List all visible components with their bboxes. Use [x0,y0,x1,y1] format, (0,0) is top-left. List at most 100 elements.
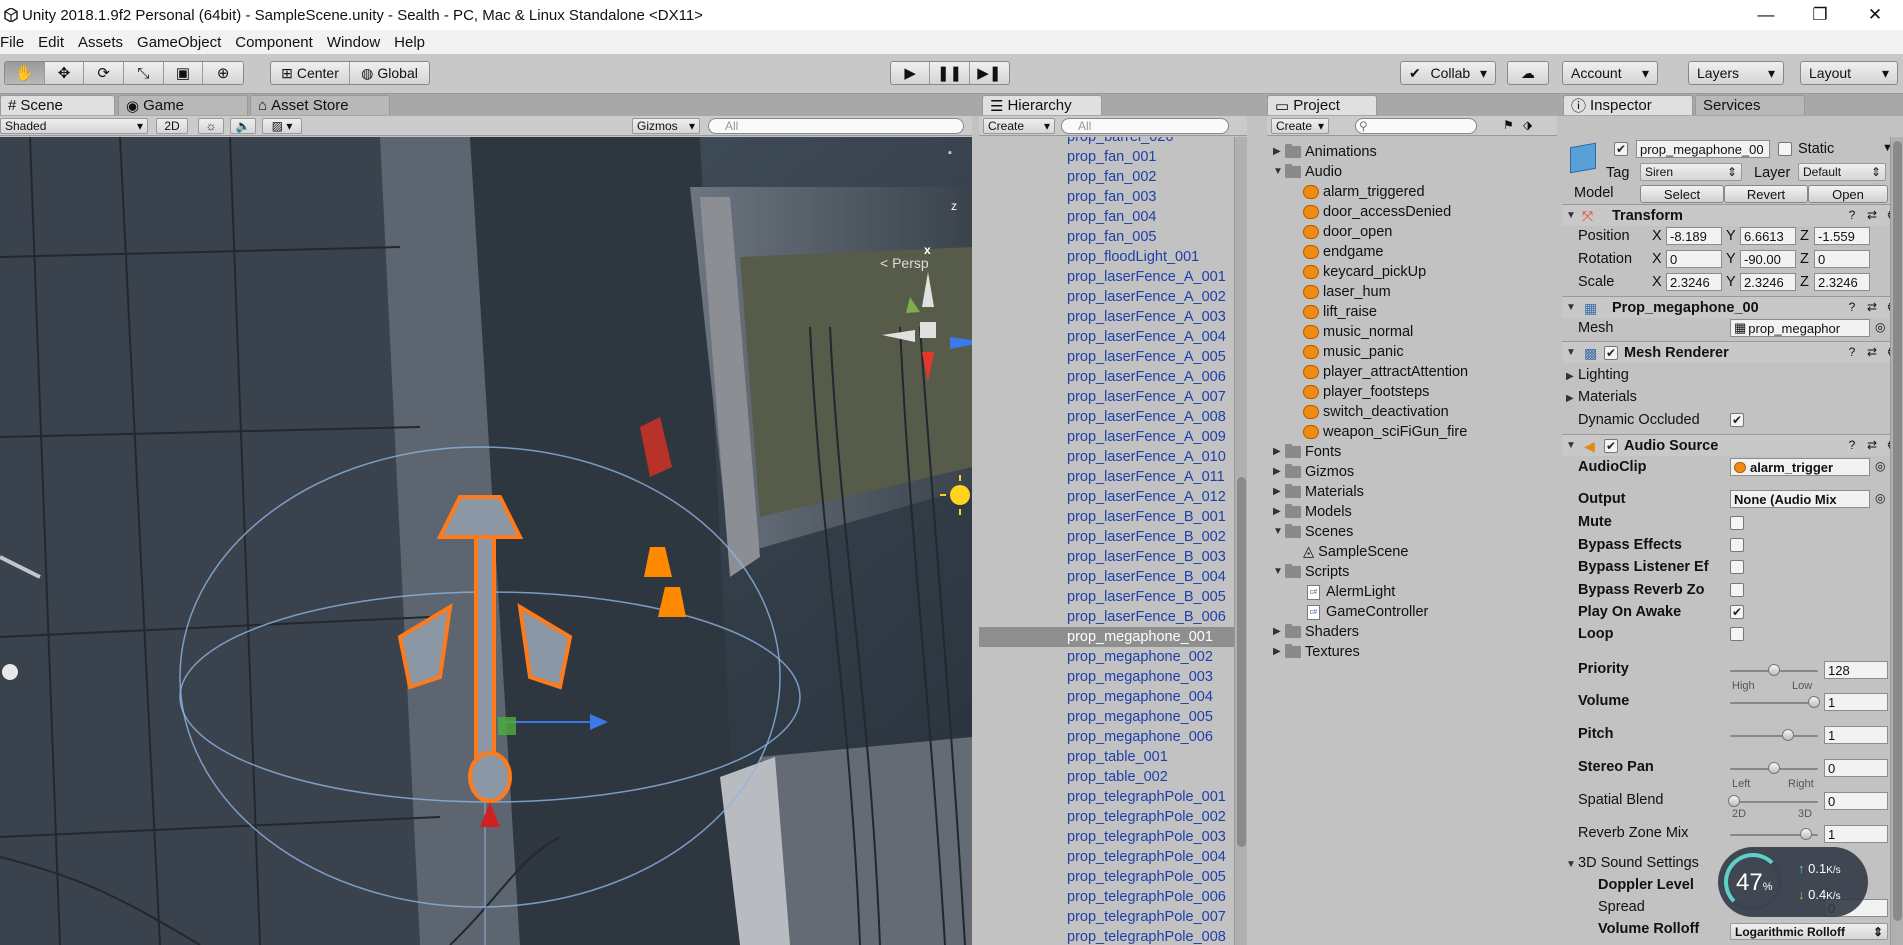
menu-window[interactable]: Window [320,34,387,51]
audio-asset[interactable]: laser_hum [1303,282,1391,302]
audio-toggle[interactable]: 🔈 [230,118,256,134]
expand-triangle-icon[interactable]: ▼ [1273,562,1285,582]
volume-rolloff-dropdown[interactable]: Logarithmic Rolloff ⇕ [1730,923,1888,940]
audio-asset[interactable]: player_footsteps [1303,382,1429,402]
scene-asset[interactable]: ◬ SampleScene [1303,542,1408,562]
hierarchy-item[interactable]: prop_table_001 [1067,747,1168,767]
minimize-button[interactable]: — [1743,0,1789,30]
tab-services[interactable]: Services [1695,95,1805,115]
preset-icon[interactable]: ⇄ [1865,300,1879,314]
hierarchy-item[interactable]: prop_laserFence_A_011 [1067,467,1225,487]
sound3d-foldout[interactable]: ▼ 3D Sound Settings [1566,855,1699,871]
account-dropdown[interactable]: Account ▾ [1562,61,1658,85]
model-select-button[interactable]: Select [1640,185,1724,203]
help-icon[interactable]: ? [1845,300,1859,314]
cloud-button[interactable]: ☁ [1507,61,1549,85]
hierarchy-item[interactable]: prop_fan_003 [1067,187,1157,207]
network-speed-widget[interactable]: 47% ↑ 0.1K/s ↓ 0.4K/s [1718,847,1868,917]
hierarchy-item[interactable]: prop_megaphone_005 [1067,707,1213,727]
hierarchy-item[interactable]: prop_floodLight_001 [1067,247,1199,267]
hierarchy-item[interactable]: prop_fan_005 [1067,227,1157,247]
gizmos-dropdown[interactable]: Gizmos ▾ [632,118,700,134]
folder-fonts[interactable]: ▶ Fonts [1273,442,1341,462]
model-open-button[interactable]: Open [1808,185,1888,203]
menu-component[interactable]: Component [228,34,320,51]
hierarchy-item[interactable]: prop_laserFence_A_008 [1067,407,1226,427]
folder-scripts[interactable]: ▼ Scripts [1273,562,1349,582]
hierarchy-item[interactable]: prop_laserFence_A_012 [1067,487,1226,507]
position-x-field[interactable]: -8.189 [1666,227,1722,245]
static-checkbox[interactable] [1778,142,1792,156]
audio-asset[interactable]: keycard_pickUp [1303,262,1426,282]
hierarchy-search-input[interactable]: All [1061,118,1229,134]
filter-label-icon[interactable]: ⬗ [1523,118,1532,132]
audio-asset[interactable]: music_panic [1303,342,1404,362]
hierarchy-item[interactable]: prop_laserFence_A_003 [1067,307,1226,327]
volume-slider-track[interactable] [1730,702,1818,704]
effects-dropdown[interactable]: ▨ ▾ [262,118,302,134]
hierarchy-item[interactable]: prop_laserFence_B_002 [1067,527,1226,547]
close-button[interactable]: ✕ [1852,0,1898,30]
tab-inspector[interactable]: ⓘ Inspector [1563,95,1693,115]
reverb-zone-slider-knob[interactable] [1800,828,1812,840]
hierarchy-scrollbar[interactable] [1234,137,1247,945]
audio-asset[interactable]: door_open [1303,222,1392,242]
audio-asset[interactable]: switch_deactivation [1303,402,1449,422]
audio-source-header[interactable]: ▼ ◀ ✔ Audio Source ?⇄⚙ [1562,434,1903,456]
tag-dropdown[interactable]: Siren ⇕ [1640,163,1742,181]
mesh-field[interactable]: ▦ prop_megaphor [1730,319,1870,337]
volume-slider-knob[interactable] [1808,696,1820,708]
scale-z-field[interactable]: 2.3246 [1814,273,1870,291]
collapsed-triangle-icon[interactable]: ▶ [1273,142,1285,162]
hierarchy-create-dropdown[interactable]: Create ▾ [983,118,1055,134]
preset-icon[interactable]: ⇄ [1865,208,1879,222]
script-asset[interactable]: c# GameController [1307,602,1428,622]
audio-asset[interactable]: endgame [1303,242,1383,262]
folder-gizmos[interactable]: ▶ Gizmos [1273,462,1354,482]
hierarchy-item[interactable]: prop_megaphone_006 [1067,727,1213,747]
expand-triangle-icon[interactable]: ▼ [1273,522,1285,542]
lock-icon[interactable]: ▪ [948,147,952,159]
priority-field[interactable]: 128 [1824,661,1888,679]
hierarchy-item[interactable]: prop_fan_004 [1067,207,1157,227]
hierarchy-item[interactable]: prop_telegraphPole_004 [1067,847,1226,867]
hierarchy-item[interactable]: prop_laserFence_A_005 [1067,347,1226,367]
bypass-reverb-checkbox[interactable] [1730,583,1744,597]
pivot-global-button[interactable]: ◍ Global [350,62,429,84]
rotate-tool-button[interactable]: ⟳ [84,62,125,84]
hierarchy-scroll-thumb[interactable] [1237,477,1246,847]
pause-button[interactable]: ❚❚ [930,62,970,84]
tab-game[interactable]: ◉ Game [118,95,248,115]
menu-edit[interactable]: Edit [31,34,71,51]
inspector-scrollbar[interactable] [1890,137,1903,945]
maximize-button[interactable]: ❐ [1797,0,1843,30]
audio-asset[interactable]: alarm_triggered [1303,182,1425,202]
expand-triangle-icon[interactable]: ▼ [1273,162,1285,182]
layers-dropdown[interactable]: Layers ▾ [1688,61,1784,85]
hierarchy-item[interactable]: prop_laserFence_A_010 [1067,447,1226,467]
pitch-slider-knob[interactable] [1782,729,1794,741]
collapsed-triangle-icon[interactable]: ▶ [1273,622,1285,642]
hierarchy-item[interactable]: prop_table_002 [1067,767,1168,787]
scale-x-field[interactable]: 2.3246 [1666,273,1722,291]
scale-y-field[interactable]: 2.3246 [1740,273,1796,291]
folder-models[interactable]: ▶ Models [1273,502,1352,522]
layer-dropdown[interactable]: Default ⇕ [1798,163,1886,181]
menu-assets[interactable]: Assets [71,34,130,51]
rotation-x-field[interactable]: 0 [1666,250,1722,268]
object-active-checkbox[interactable]: ✔ [1614,142,1628,156]
position-z-field[interactable]: -1.559 [1814,227,1870,245]
folder-animations[interactable]: ▶ Animations [1273,142,1377,162]
audio-asset[interactable]: player_attractAttention [1303,362,1468,382]
hierarchy-item[interactable]: prop_barrel_026 [1067,137,1173,147]
hierarchy-item[interactable]: prop_laserFence_A_006 [1067,367,1226,387]
move-tool-button[interactable]: ✥ [45,62,85,84]
hierarchy-item[interactable]: prop_laserFence_A_007 [1067,387,1226,407]
position-y-field[interactable]: 6.6613 [1740,227,1796,245]
project-search-input[interactable]: ⚲ [1355,118,1477,134]
collapsed-triangle-icon[interactable]: ▶ [1273,642,1285,662]
loop-checkbox[interactable] [1730,627,1744,641]
reverb-zone-field[interactable]: 1 [1824,825,1888,843]
lighting-foldout[interactable]: ▶ Lighting [1566,367,1629,383]
script-asset[interactable]: c# AlermLight [1307,582,1395,602]
